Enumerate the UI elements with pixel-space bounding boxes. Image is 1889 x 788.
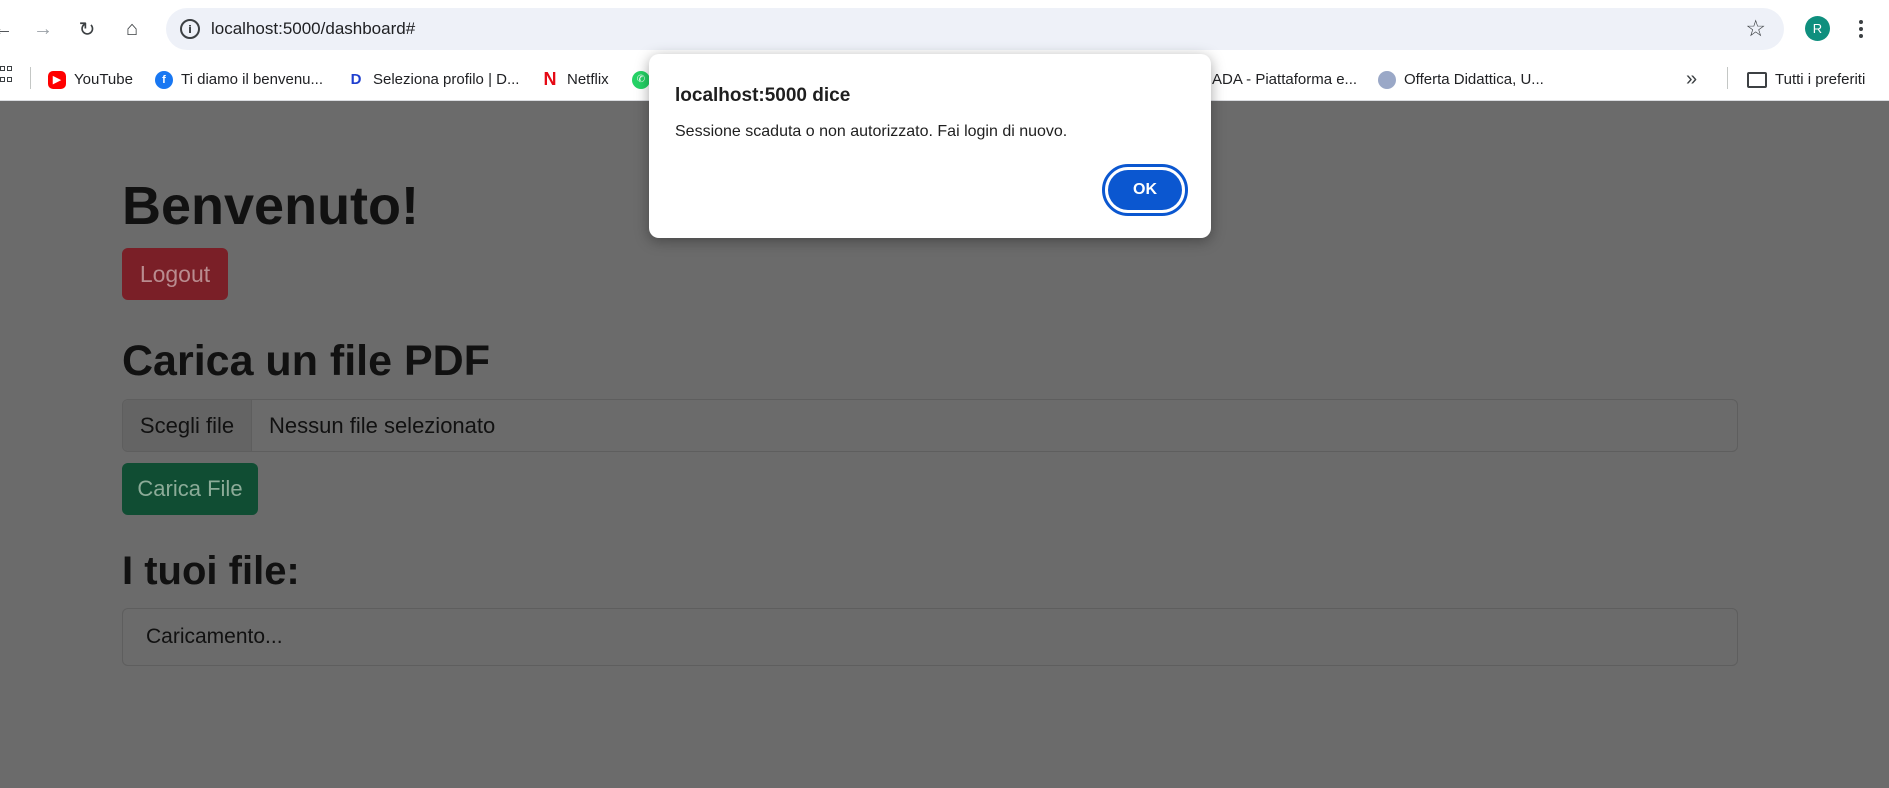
dialog-title: localhost:5000 dice [675,85,851,106]
kebab-menu-icon[interactable] [1851,12,1871,46]
ok-button-label: OK [1108,170,1182,210]
ok-button[interactable]: OK [1102,164,1188,216]
bookmark-divider [30,67,31,89]
choose-file-button[interactable]: Scegli file [123,400,252,451]
bookmark-label: Seleziona profilo | D... [373,71,520,88]
files-loading-text: Caricamento... [146,625,283,648]
file-status: Nessun file selezionato [269,413,496,438]
dialog-message: Sessione scaduta o non autorizzato. Fai … [675,123,1068,140]
reload-icon[interactable]: ↻ [70,12,104,46]
welcome-heading: Benvenuto! [122,176,419,236]
star-icon[interactable]: ☆ [1745,15,1766,42]
alert-dialog: localhost:5000 dice Sessione scaduta o n… [649,54,1211,238]
info-icon[interactable]: i [180,19,200,39]
bookmark-ada[interactable]: ADA - Piattaforma e... [1212,58,1357,101]
disney-icon: D [350,71,362,88]
upload-button[interactable]: Carica File [122,463,258,515]
bookmark-label: YouTube [74,71,133,88]
facebook-icon: f [155,70,173,89]
bookmark-label: Tutti i preferiti [1775,71,1866,88]
back-arrow-icon[interactable]: ← [0,12,20,46]
youtube-icon: ▶ [48,70,66,89]
browser-toolbar: ← → ↻ ⌂ i localhost:5000/dashboard# ☆ R [0,0,1889,58]
bookmark-label: Netflix [567,71,609,88]
bookmark-label: Offerta Didattica, U... [1404,71,1544,88]
bookmark-facebook[interactable]: f Ti diamo il benvenu... [155,58,323,101]
bookmark-divider [1727,67,1728,89]
files-heading: I tuoi file: [122,549,300,593]
url-text[interactable]: localhost:5000/dashboard# [211,19,415,39]
upload-heading: Carica un file PDF [122,337,490,385]
double-chevron-icon[interactable]: » [1686,58,1697,101]
bookmark-youtube[interactable]: ▶ YouTube [48,58,133,101]
bookmark-all-folder[interactable]: Tutti i preferiti [1747,58,1865,101]
files-list: Caricamento... [122,608,1738,666]
bookmark-label: Ti diamo il benvenu... [181,71,324,88]
address-bar[interactable]: i localhost:5000/dashboard# ☆ [166,8,1784,50]
netflix-icon: N [543,69,557,89]
whatsapp-icon: ✆ [632,70,650,89]
home-icon[interactable]: ⌂ [115,12,149,46]
bookmark-offerta-didattica[interactable]: Offerta Didattica, U... [1378,58,1544,101]
bookmark-disney[interactable]: D Seleziona profilo | D... [347,58,520,101]
bookmark-label: ADA - Piattaforma e... [1212,71,1358,88]
university-icon [1378,70,1396,89]
forward-arrow-icon[interactable]: → [26,12,60,46]
apps-grid-icon[interactable] [0,66,12,86]
bookmark-netflix[interactable]: N Netflix [541,58,609,101]
file-input[interactable]: Scegli file Nessun file selezionato [122,399,1738,452]
logout-button[interactable]: Logout [122,248,228,300]
folder-icon [1747,71,1767,88]
profile-avatar[interactable]: R [1805,16,1830,41]
